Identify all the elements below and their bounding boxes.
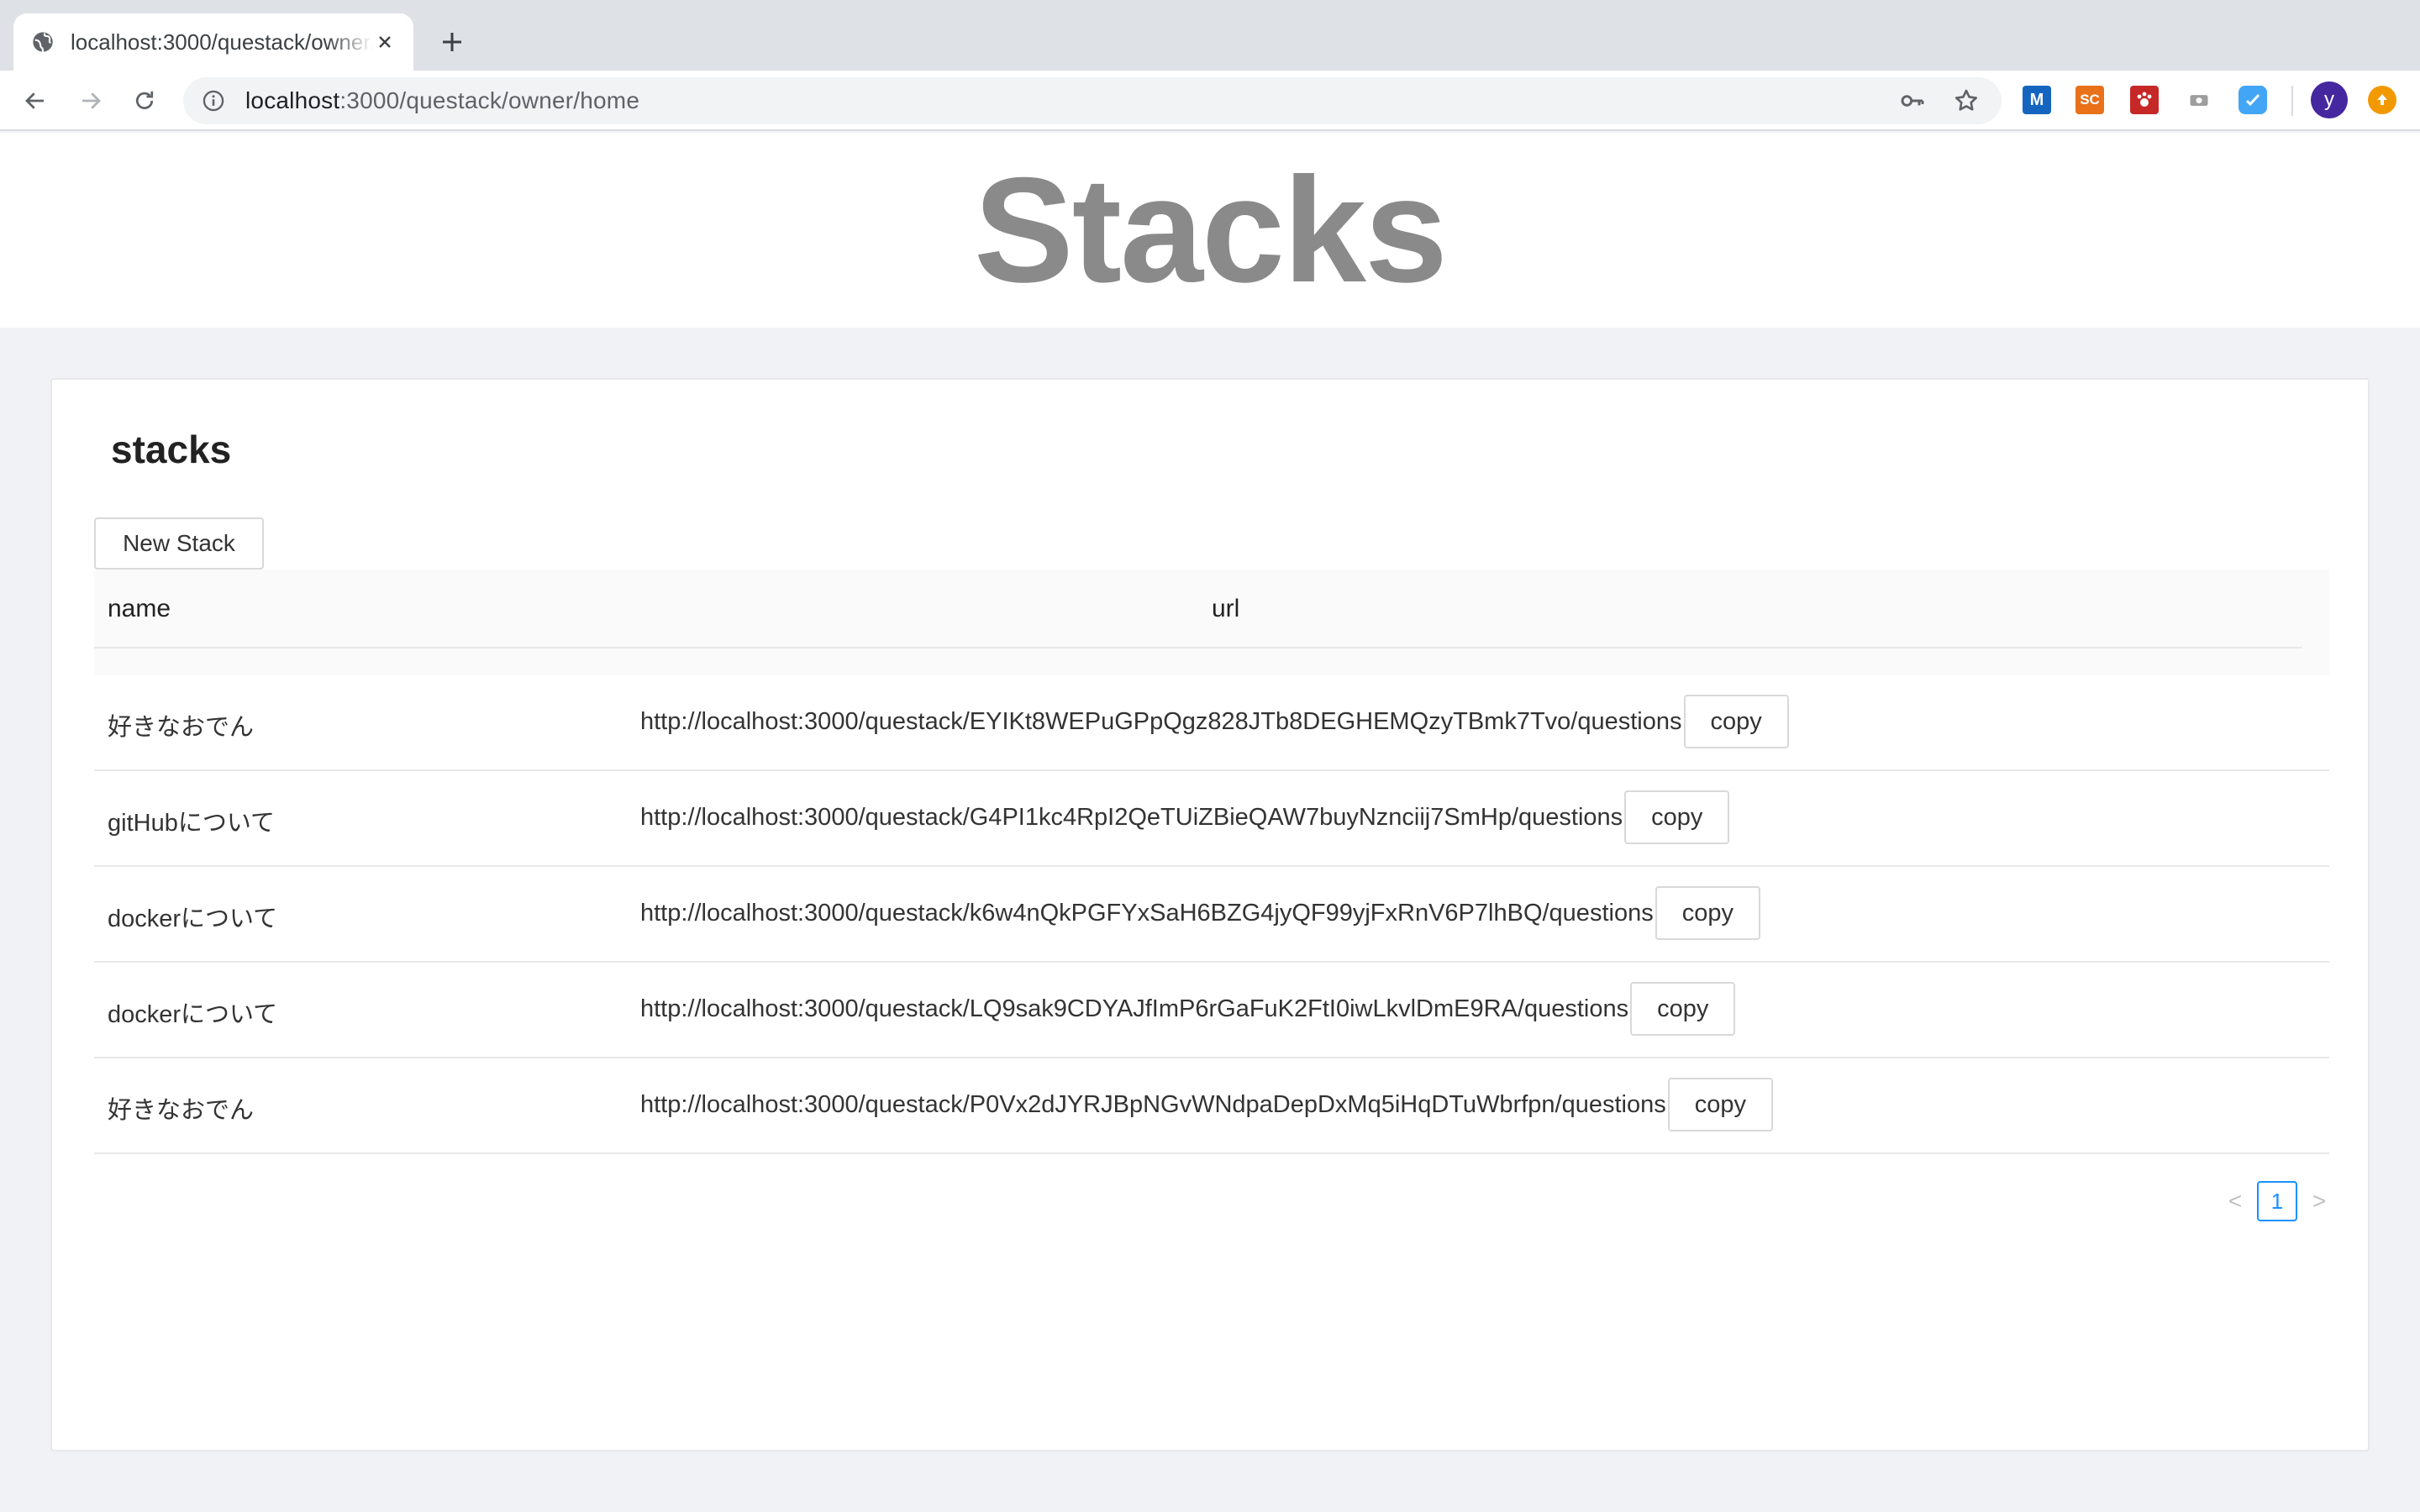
url-host: localhost <box>245 87 340 113</box>
stack-name: dockerについて <box>108 906 278 932</box>
new-stack-button[interactable]: New Stack <box>94 517 264 570</box>
profile-avatar[interactable]: y <box>2311 81 2348 118</box>
paw-extension-icon[interactable] <box>2130 86 2159 114</box>
stack-url: http://localhost:3000/questack/LQ9sak9CD… <box>640 995 1629 1022</box>
sc-extension-icon[interactable]: SC <box>2075 86 2104 114</box>
header-divider <box>94 647 2302 648</box>
stack-url: http://localhost:3000/questack/G4PI1kc4R… <box>640 803 1623 831</box>
stack-name: dockerについて <box>108 1001 278 1028</box>
m-extension-icon[interactable]: M <box>2023 86 2051 114</box>
stack-url: http://localhost:3000/questack/P0Vx2dJYR… <box>640 1090 1666 1118</box>
stack-url-cell: http://localhost:3000/questack/LQ9sak9CD… <box>640 981 1736 1037</box>
pagination-page-1[interactable]: 1 <box>2257 1181 2297 1221</box>
browser-tab[interactable]: localhost:3000/questack/owner/home <box>13 13 413 71</box>
table-row: 好きなおでん http://localhost:3000/questack/EY… <box>94 675 2329 771</box>
key-icon[interactable] <box>1897 86 1928 116</box>
page-header: Stacks <box>0 133 2420 328</box>
stack-name: 好きなおでん <box>108 1097 255 1124</box>
toolbar-separator <box>2291 86 2293 116</box>
copy-button[interactable]: copy <box>1667 1078 1773 1131</box>
pagination: < 1 > <box>2218 1181 2336 1221</box>
new-tab-icon[interactable] <box>434 24 471 60</box>
table-row: dockerについて http://localhost:3000/questac… <box>94 963 2329 1058</box>
table-header: name url <box>94 570 2329 675</box>
stack-name: gitHubについて <box>108 810 275 837</box>
close-tab-icon[interactable] <box>373 30 397 54</box>
column-header-name: name <box>108 595 171 622</box>
globe-icon <box>30 29 55 55</box>
check-extension-icon[interactable] <box>2238 86 2267 114</box>
page-title: Stacks <box>974 146 1448 313</box>
copy-button[interactable]: copy <box>1630 982 1736 1036</box>
address-url: localhost:3000/questack/owner/home <box>245 87 639 114</box>
tab-title: localhost:3000/questack/owner/home <box>71 29 373 55</box>
table-row: gitHubについて http://localhost:3000/questac… <box>94 771 2329 867</box>
url-path: :3000/questack/owner/home <box>339 87 640 113</box>
browser-toolbar: localhost:3000/questack/owner/home <box>0 71 2420 131</box>
stack-url-cell: http://localhost:3000/questack/k6w4nQkPG… <box>640 885 1760 941</box>
pagination-next-icon[interactable]: > <box>2302 1181 2336 1221</box>
stack-url: http://localhost:3000/questack/EYIKt8WEP… <box>640 707 1682 735</box>
tab-strip: localhost:3000/questack/owner/home <box>0 0 2420 71</box>
copy-button[interactable]: copy <box>1655 886 1760 940</box>
update-icon[interactable] <box>2368 86 2396 114</box>
copy-button[interactable]: copy <box>1683 695 1789 748</box>
copy-button[interactable]: copy <box>1624 790 1730 844</box>
column-header-url: url <box>1212 595 1240 622</box>
stack-url-cell: http://localhost:3000/questack/G4PI1kc4R… <box>640 790 1730 845</box>
info-icon[interactable] <box>200 87 227 114</box>
stack-name: 好きなおでん <box>108 714 255 741</box>
back-icon[interactable] <box>17 82 54 119</box>
bookmark-star-icon[interactable] <box>1951 86 1981 116</box>
address-bar[interactable]: localhost:3000/questack/owner/home <box>183 77 2002 124</box>
table-row: 好きなおでん http://localhost:3000/questack/P0… <box>94 1058 2329 1154</box>
table-row: dockerについて http://localhost:3000/questac… <box>94 867 2329 963</box>
forward-icon[interactable] <box>72 82 109 119</box>
stack-url-cell: http://localhost:3000/questack/EYIKt8WEP… <box>640 694 1789 749</box>
stacks-table: name url 好きなおでん http://localhost:3000/qu… <box>94 570 2329 1154</box>
stack-url: http://localhost:3000/questack/k6w4nQkPG… <box>640 899 1654 927</box>
pagination-prev-icon[interactable]: < <box>2218 1181 2252 1221</box>
camera-extension-icon[interactable] <box>2185 86 2213 114</box>
card-title: stacks <box>111 428 232 471</box>
reload-icon[interactable] <box>126 82 163 119</box>
stacks-card: stacks New Stack name url 好きなおでん http://… <box>50 378 2370 1452</box>
stack-url-cell: http://localhost:3000/questack/P0Vx2dJYR… <box>640 1077 1773 1132</box>
